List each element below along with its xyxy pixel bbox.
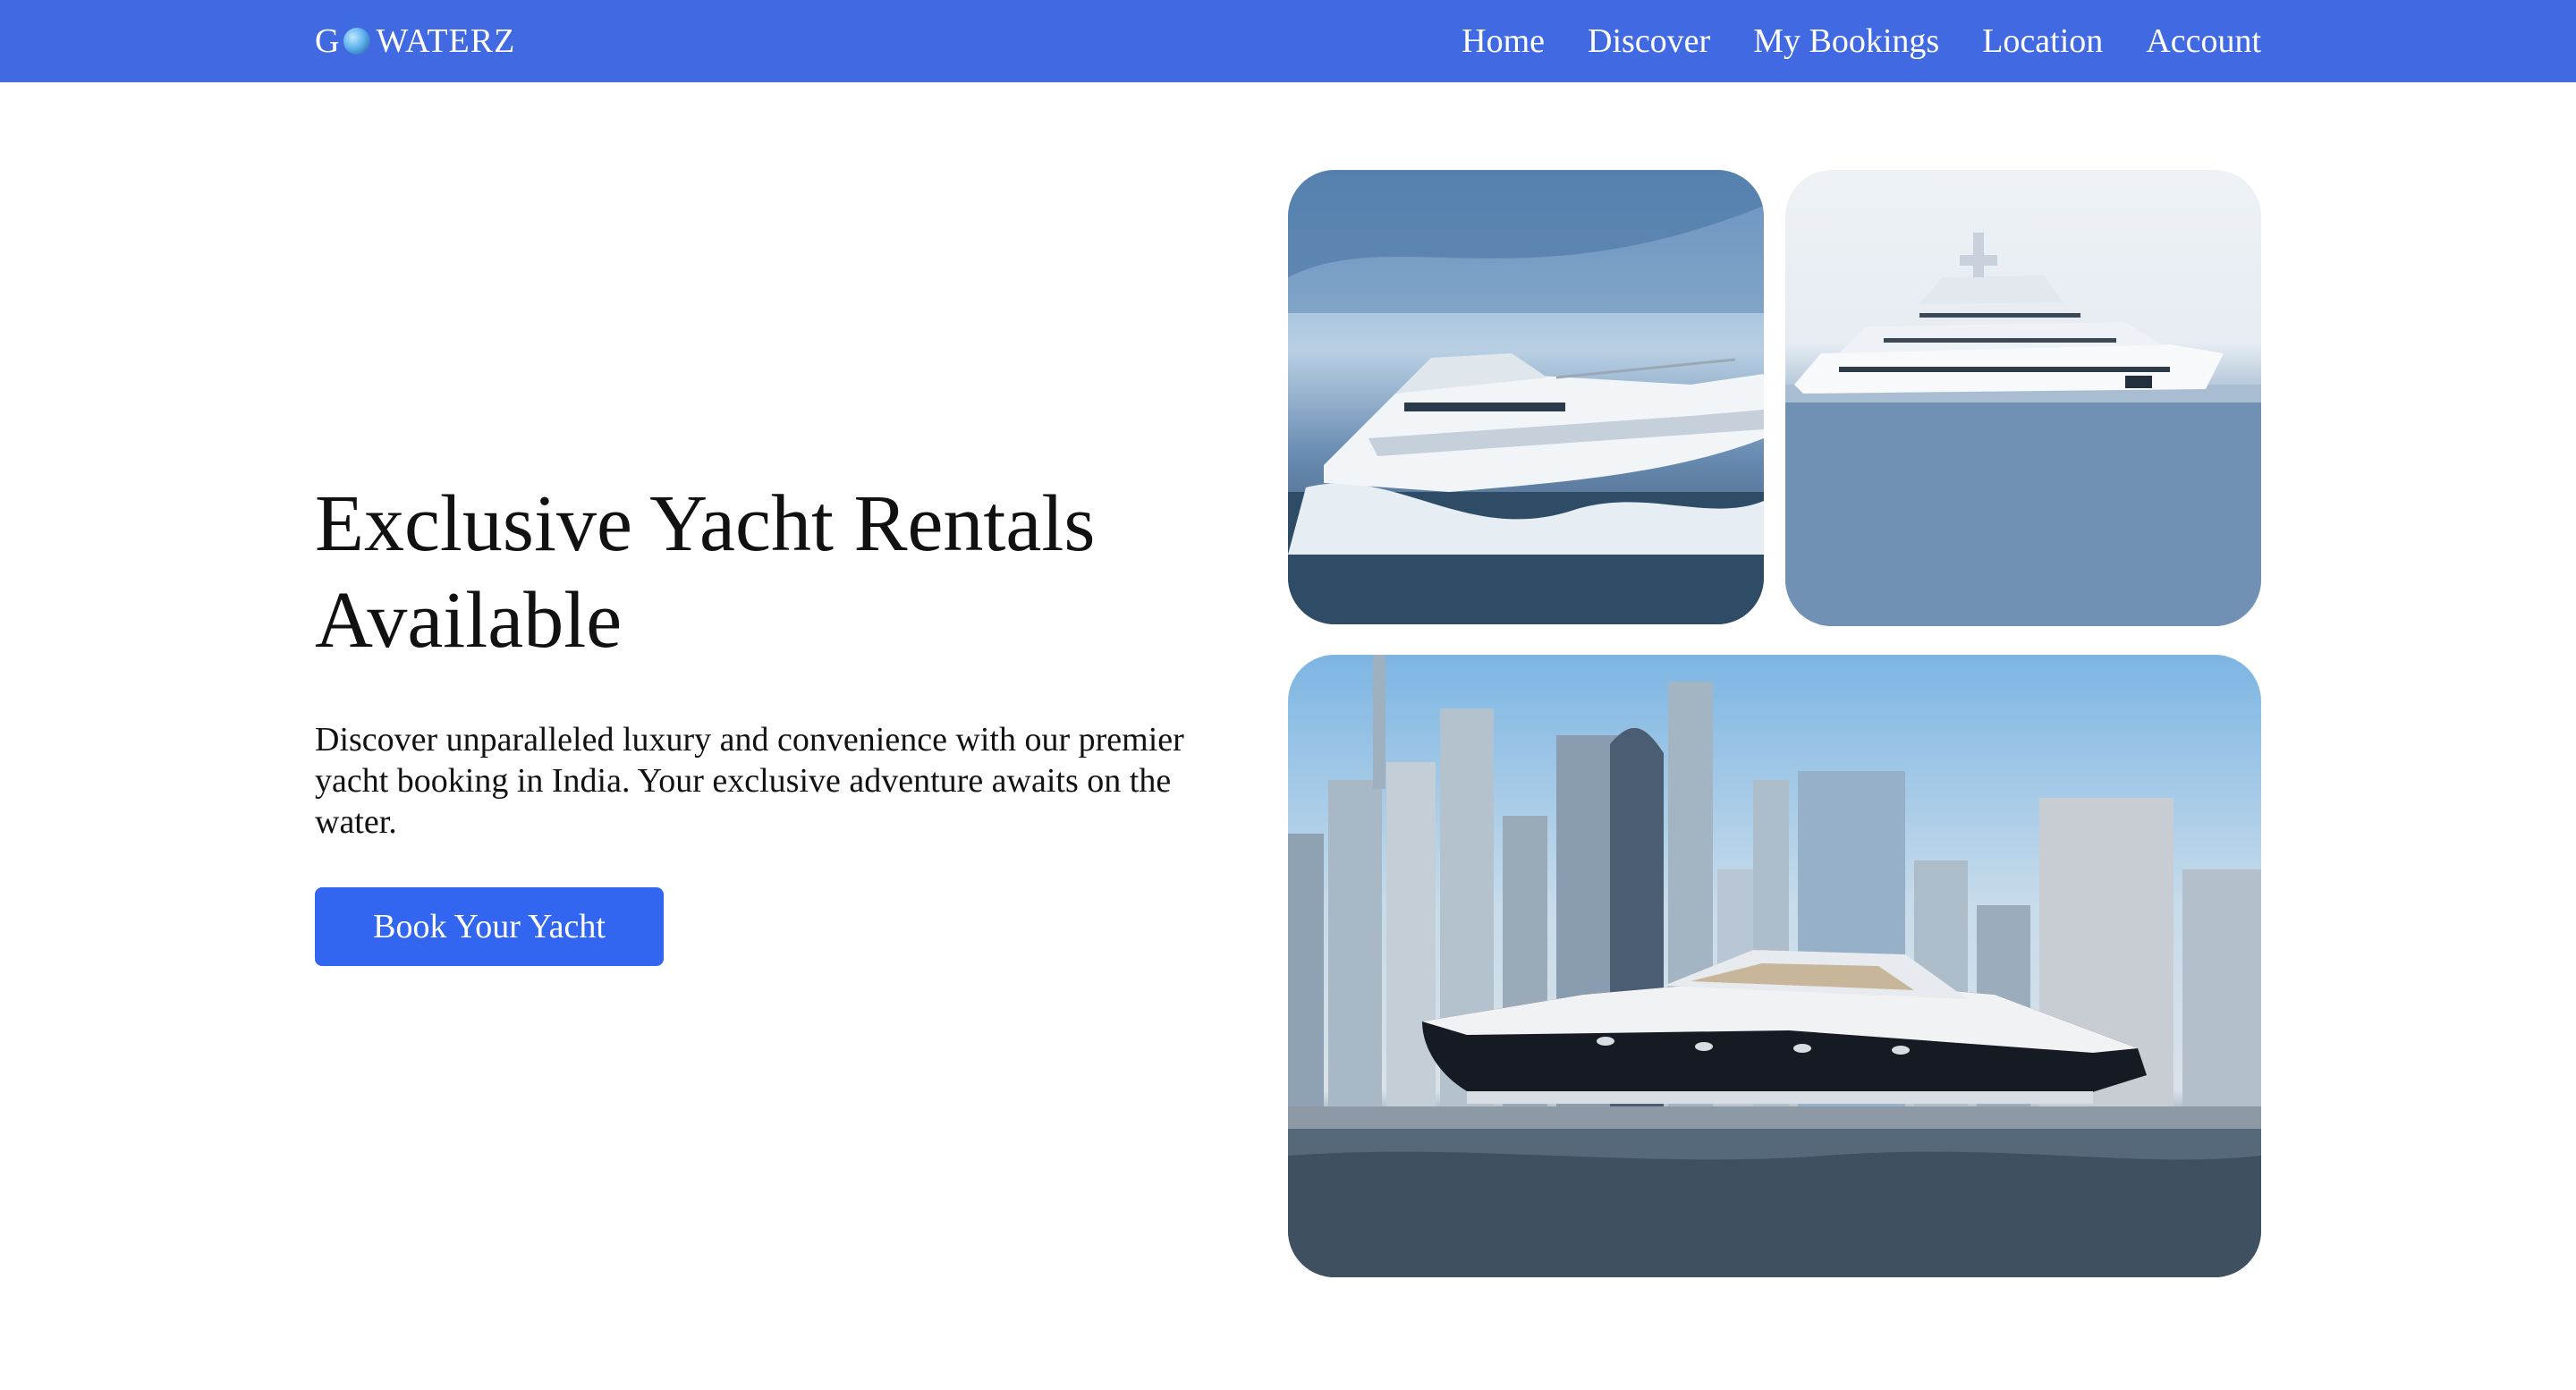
yacht-speeding-image (1288, 170, 1764, 624)
nav-my-bookings-link[interactable]: My Bookings (1753, 21, 1939, 61)
logo-text-right: WATERZ (376, 22, 516, 60)
yacht-photo-skyline (1288, 655, 2261, 1277)
globe-icon (343, 28, 371, 55)
nav-account-link[interactable]: Account (2146, 21, 2261, 61)
nav-links: Home Discover My Bookings Location Accou… (1462, 0, 2261, 82)
nav-location-link[interactable]: Location (1982, 21, 2103, 61)
superyacht-image (1785, 233, 2261, 626)
hero-description: Discover unparalleled luxury and conveni… (315, 721, 1184, 841)
top-navbar: G WATERZ Home Discover My Bookings Locat… (0, 0, 2576, 82)
hero-text-block: Exclusive Yacht Rentals Available Discov… (315, 476, 1209, 966)
yacht-photo-superyacht (1785, 170, 2261, 626)
nav-discover-link[interactable]: Discover (1588, 21, 1710, 61)
brand-logo[interactable]: G WATERZ (315, 16, 515, 66)
yacht-photo-speeding (1288, 170, 1764, 624)
book-your-yacht-button[interactable]: Book Your Yacht (315, 887, 664, 966)
yacht-skyline-image (1288, 655, 2261, 1277)
nav-home-link[interactable]: Home (1462, 21, 1545, 61)
logo-text-left: G (315, 22, 341, 60)
hero-title: Exclusive Yacht Rentals Available (315, 479, 1096, 665)
